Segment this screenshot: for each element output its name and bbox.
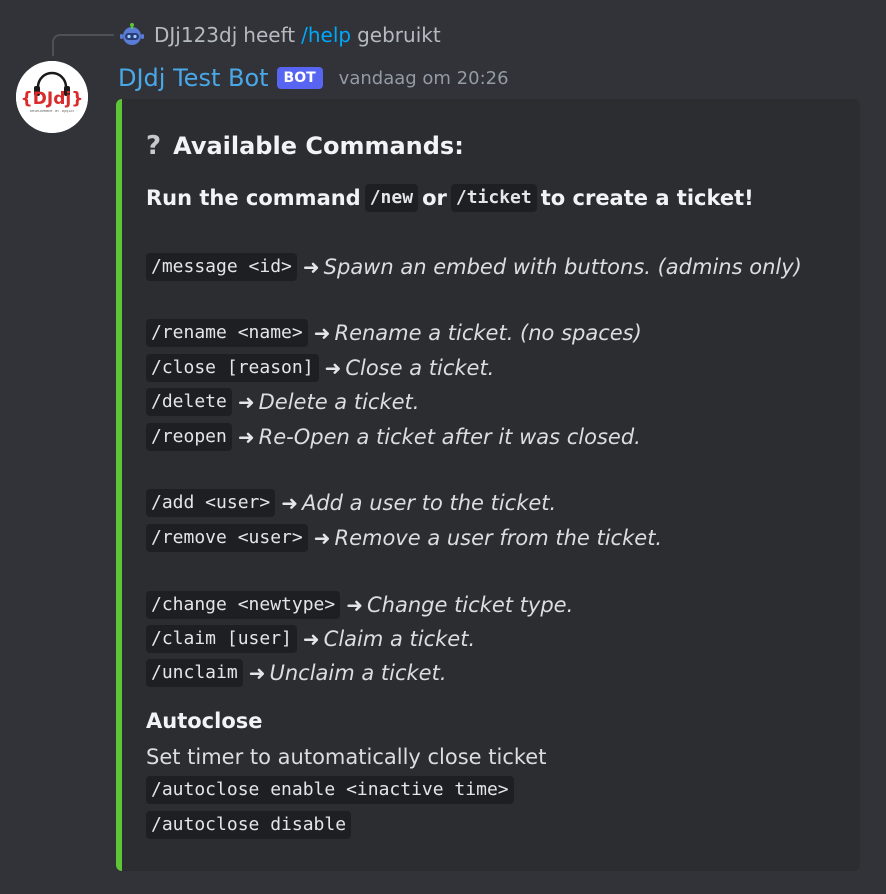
intro-command-new: /new — [364, 184, 419, 212]
command-code: /unclaim — [146, 659, 243, 687]
question-mark-icon: ? — [146, 131, 162, 161]
command-description: Claim a ticket. — [323, 627, 476, 651]
command-description: Close a ticket. — [345, 356, 495, 380]
embed: ? Available Commands: Run the command /n… — [116, 99, 860, 871]
arrow-icon: ➜ — [302, 255, 320, 279]
svg-text:DEVELOPMENT · BY · DJDJ123: DEVELOPMENT · BY · DJDJ123 — [30, 109, 74, 113]
reply-user[interactable]: DJj123dj — [154, 23, 237, 47]
intro-line: Run the command /new or /ticket to creat… — [146, 183, 754, 213]
command-code: /claim [user] — [146, 625, 297, 653]
arrow-icon: ➜ — [237, 425, 255, 449]
slash-command-icon — [120, 23, 144, 45]
command-code: /message <id> — [146, 253, 297, 281]
command-description: Rename a ticket. (no spaces) — [334, 321, 642, 345]
intro-suffix: to create a ticket! — [540, 186, 754, 210]
username[interactable]: DJdj Test Bot — [118, 64, 269, 92]
command-row: /delete ➜ Delete a ticket. — [146, 387, 419, 417]
reply-verb: heeft — [243, 23, 296, 47]
command-description: Delete a ticket. — [258, 390, 420, 414]
autoclose-disable-row: /autoclose disable — [146, 810, 352, 840]
command-row: /unclaim ➜ Unclaim a ticket. — [146, 658, 447, 688]
command-code: /change <newtype> — [146, 591, 341, 619]
intro-or: or — [422, 186, 447, 210]
svg-text:{DJdj}: {DJdj} — [21, 89, 84, 109]
command-description: Re-Open a ticket after it was closed. — [258, 425, 641, 449]
command-code: /delete — [146, 388, 232, 416]
arrow-icon: ➜ — [281, 491, 298, 515]
command-row: /rename <name> ➜ Rename a ticket. (no sp… — [146, 318, 642, 348]
command-row: /close [reason] ➜ Close a ticket. — [146, 353, 494, 383]
autoclose-disable-code: /autoclose disable — [146, 811, 352, 839]
command-description: Add a user to the ticket. — [301, 491, 557, 515]
reply-connector — [52, 34, 114, 56]
avatar[interactable]: {DJdj} DEVELOPMENT · BY · DJDJ123 — [16, 61, 88, 133]
reply-context[interactable]: DJj123dj heeft /help gebruikt — [118, 20, 441, 50]
autoclose-heading: Autoclose — [146, 709, 263, 733]
embed-title: Available Commands: — [173, 132, 464, 160]
command-description: Unclaim a ticket. — [269, 661, 447, 685]
intro-prefix: Run the command — [146, 186, 361, 210]
intro-command-ticket: /ticket — [450, 184, 537, 212]
command-row: /remove <user> ➜ Remove a user from the … — [146, 523, 662, 553]
command-row: /message <id> ➜ Spawn an embed with butt… — [146, 252, 802, 282]
reply-suffix: gebruikt — [357, 23, 441, 47]
command-description: Change ticket type. — [367, 593, 574, 617]
timestamp: vandaag om 20:26 — [338, 67, 509, 89]
command-code: /close [reason] — [146, 354, 319, 382]
arrow-icon: ➜ — [237, 390, 255, 414]
arrow-icon: ➜ — [346, 593, 363, 617]
autoclose-enable-row: /autoclose enable <inactive time> — [146, 775, 514, 805]
embed-title-row: ? Available Commands: — [146, 131, 464, 161]
command-code: /remove <user> — [146, 524, 308, 552]
command-code: /add <user> — [146, 489, 276, 517]
reply-command[interactable]: /help — [301, 23, 351, 47]
command-code: /reopen — [146, 423, 232, 451]
command-row: /reopen ➜ Re-Open a ticket after it was … — [146, 422, 641, 452]
command-row: /add <user> ➜ Add a user to the ticket. — [146, 488, 556, 518]
autoclose-enable-code: /autoclose enable <inactive time> — [146, 776, 514, 804]
message-header: DJdj Test Bot BOT vandaag om 20:26 — [118, 60, 509, 96]
command-code: /rename <name> — [146, 319, 308, 347]
djdj-logo-icon: {DJdj} DEVELOPMENT · BY · DJDJ123 — [16, 61, 88, 133]
arrow-icon: ➜ — [302, 627, 320, 651]
command-row: /claim [user] ➜ Claim a ticket. — [146, 624, 475, 654]
arrow-icon: ➜ — [313, 526, 331, 550]
arrow-icon: ➜ — [248, 661, 266, 685]
command-description: Spawn an embed with buttons. (admins onl… — [323, 255, 802, 279]
autoclose-description: Set timer to automatically close ticket — [146, 745, 547, 769]
arrow-icon: ➜ — [313, 321, 331, 345]
command-row: /change <newtype> ➜ Change ticket type. — [146, 590, 573, 620]
bot-tag: BOT — [276, 67, 323, 89]
arrow-icon: ➜ — [324, 356, 342, 380]
command-description: Remove a user from the ticket. — [334, 526, 663, 550]
